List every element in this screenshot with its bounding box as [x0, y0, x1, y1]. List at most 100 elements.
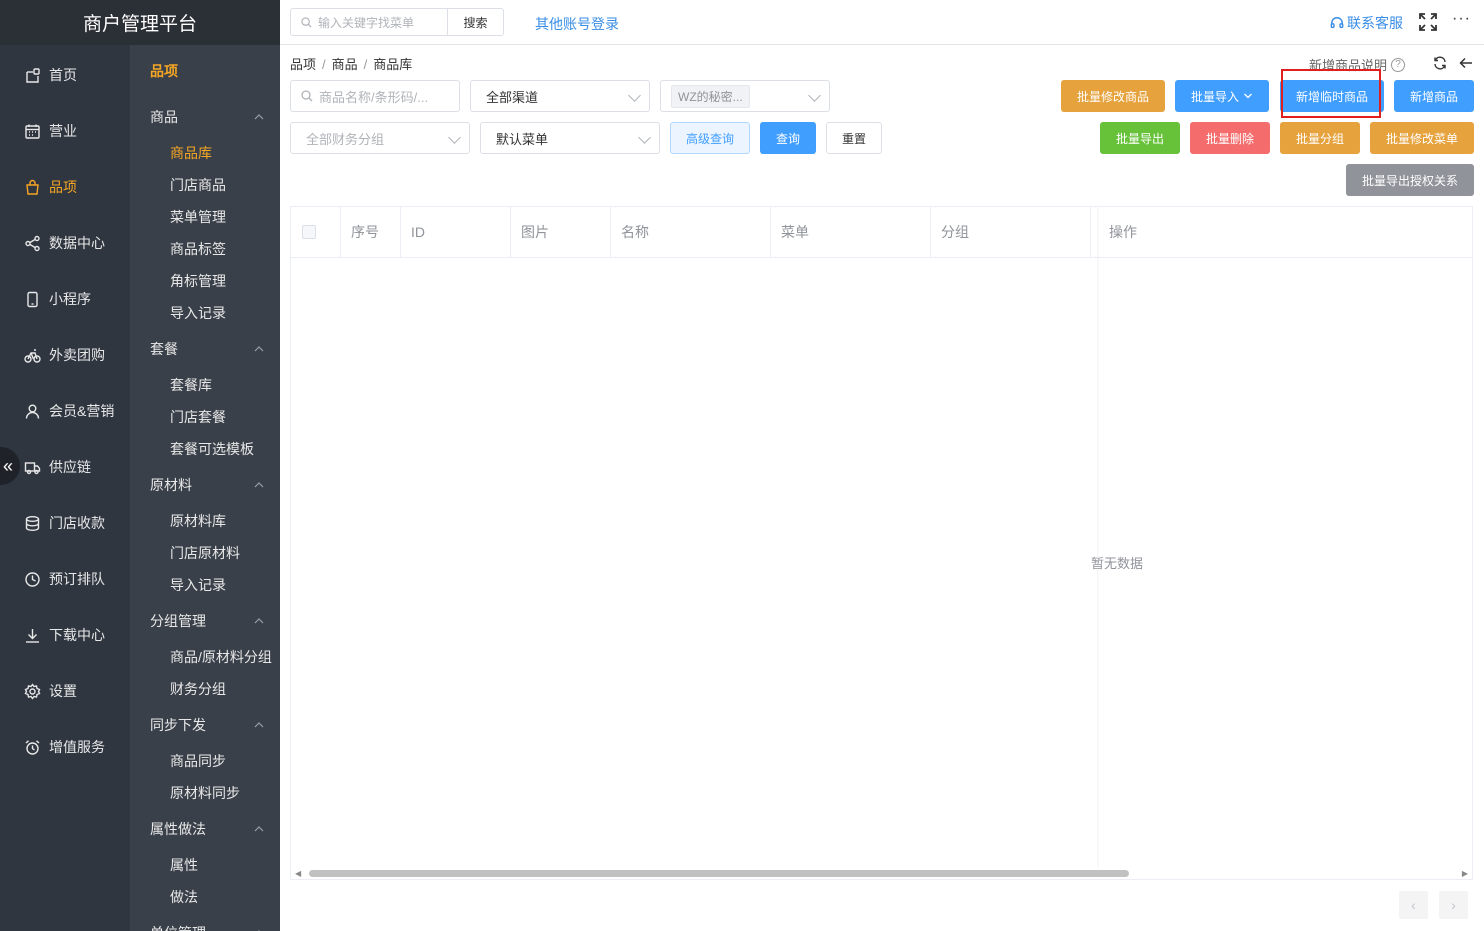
nav-item-label: 会员&营销 [49, 403, 115, 419]
add-goods-button[interactable]: 新增商品 [1394, 80, 1474, 112]
channel-select[interactable]: 全部渠道 [470, 80, 650, 112]
subnav-group-1[interactable]: 套餐 [130, 329, 280, 369]
subnav-item[interactable]: 门店商品 [130, 169, 280, 201]
batch-group-button[interactable]: 批量分组 [1280, 122, 1360, 154]
subnav-item[interactable]: 商品标签 [130, 233, 280, 265]
back-arrow-icon[interactable] [1459, 56, 1473, 70]
other-account-login-link[interactable]: 其他账号登录 [535, 14, 619, 34]
subnav-item[interactable]: 商品/原材料分组 [130, 641, 280, 673]
next-page-button[interactable]: › [1439, 891, 1468, 919]
column-header-id: ID [401, 207, 511, 258]
nav-item-5[interactable]: 外卖团购 [0, 327, 130, 383]
subnav-group-3[interactable]: 分组管理 [130, 601, 280, 641]
query-button[interactable]: 查询 [760, 122, 816, 154]
question-icon: ? [1391, 57, 1406, 72]
finance-group-select[interactable]: 全部财务分组 [290, 122, 470, 154]
batch-import-button[interactable]: 批量导入 [1175, 80, 1269, 112]
horizontal-scrollbar[interactable]: ◀ ▶ [291, 867, 1472, 879]
bag-icon [24, 179, 41, 196]
subnav-group-5[interactable]: 属性做法 [130, 809, 280, 849]
subnav-item[interactable]: 属性 [130, 849, 280, 881]
prev-page-button[interactable]: ‹ [1399, 891, 1428, 919]
advanced-query-button[interactable]: 高级查询 [670, 122, 750, 154]
breadcrumb-item-goods[interactable]: 商品 [332, 57, 358, 72]
subnav-item[interactable]: 商品库 [130, 137, 280, 169]
goods-keyword-input[interactable]: 商品名称/条形码/... [290, 80, 460, 112]
subnav-item[interactable]: 套餐库 [130, 369, 280, 401]
menu-select-value: 默认菜单 [496, 131, 549, 147]
breadcrumb: 品项 / 商品 / 商品库 [290, 54, 412, 73]
more-options-button[interactable]: ··· [1452, 10, 1471, 28]
chevron-down-icon [808, 89, 821, 102]
subnav-item[interactable]: 菜单管理 [130, 201, 280, 233]
subnav-item[interactable]: 角标管理 [130, 265, 280, 297]
subnav-item[interactable]: 门店原材料 [130, 537, 280, 569]
share-icon [24, 235, 41, 252]
nav-item-6[interactable]: 会员&营销 [0, 383, 130, 439]
subnav-group-4[interactable]: 同步下发 [130, 705, 280, 745]
headset-icon [1330, 17, 1344, 29]
subnav-item[interactable]: 原材料同步 [130, 777, 280, 809]
select-all-header [291, 207, 341, 258]
empty-data-text: 暂无数据 [1091, 556, 1144, 571]
breadcrumb-separator: / [363, 57, 368, 72]
refresh-icon[interactable] [1433, 56, 1447, 70]
chevron-down-icon [448, 131, 461, 144]
nav-item-label: 数据中心 [49, 235, 105, 251]
subnav-item[interactable]: 导入记录 [130, 297, 280, 329]
nav-item-10[interactable]: 下载中心 [0, 607, 130, 663]
batch-edit-goods-button[interactable]: 批量修改商品 [1061, 80, 1165, 112]
nav-item-label: 预订排队 [49, 571, 105, 587]
nav-item-9[interactable]: 预订排队 [0, 551, 130, 607]
subnav-group-2[interactable]: 原材料 [130, 465, 280, 505]
subnav-group-label: 单位管理 [150, 923, 206, 931]
subnav-group-label: 同步下发 [150, 717, 206, 733]
batch-edit-menu-button[interactable]: 批量修改菜单 [1370, 122, 1474, 154]
chevron-up-icon [254, 112, 264, 123]
subnav-item[interactable]: 商品同步 [130, 745, 280, 777]
nav-item-1[interactable]: 营业 [0, 103, 130, 159]
breadcrumb-item-pinxiang[interactable]: 品项 [290, 57, 316, 72]
nav-item-4[interactable]: 小程序 [0, 271, 130, 327]
nav-item-8[interactable]: 门店收款 [0, 495, 130, 551]
channel-select-value: 全部渠道 [486, 89, 539, 105]
menu-search-input[interactable]: 输入关键字找菜单 [290, 8, 448, 36]
nav-item-label: 营业 [49, 123, 77, 139]
menu-select[interactable]: 默认菜单 [480, 122, 660, 154]
chevron-down-icon [638, 131, 651, 144]
nav-item-0[interactable]: 首页 [0, 47, 130, 103]
nav-item-2[interactable]: 品项 [0, 159, 130, 215]
subnav-item[interactable]: 导入记录 [130, 569, 280, 601]
nav-item-11[interactable]: 设置 [0, 663, 130, 719]
brand-select[interactable]: WZ的秘密... [660, 80, 830, 112]
batch-export-auth-button[interactable]: 批量导出授权关系 [1346, 164, 1474, 196]
goods-table: 序号 ID 图片 名称 菜单 分组 操作 暂无数据 ◀ ▶ [290, 206, 1473, 880]
nav-item-label: 品项 [49, 179, 77, 195]
subnav-item[interactable]: 财务分组 [130, 673, 280, 705]
subnav-group-label: 属性做法 [150, 821, 206, 837]
scroll-right-arrow-icon[interactable]: ▶ [1462, 869, 1468, 878]
batch-export-button[interactable]: 批量导出 [1100, 122, 1180, 154]
subnav-item[interactable]: 门店套餐 [130, 401, 280, 433]
user-icon [24, 403, 41, 420]
nav-item-label: 门店收款 [49, 515, 105, 531]
reset-button[interactable]: 重置 [826, 122, 882, 154]
select-all-checkbox[interactable] [302, 225, 316, 239]
menu-search-button[interactable]: 搜索 [448, 8, 504, 36]
nav-item-12[interactable]: 增值服务 [0, 719, 130, 775]
fullscreen-icon[interactable] [1418, 12, 1438, 32]
scrollbar-thumb[interactable] [309, 870, 1129, 877]
subnav-group-6[interactable]: 单位管理 [130, 913, 280, 931]
goods-keyword-placeholder: 商品名称/条形码/... [319, 89, 429, 105]
column-header-image: 图片 [511, 207, 611, 258]
subnav-item[interactable]: 原材料库 [130, 505, 280, 537]
nav-item-3[interactable]: 数据中心 [0, 215, 130, 271]
subnav-item[interactable]: 套餐可选模板 [130, 433, 280, 465]
home-icon [24, 67, 41, 84]
contact-support-link[interactable]: 联系客服 [1330, 13, 1403, 33]
batch-delete-button[interactable]: 批量删除 [1190, 122, 1270, 154]
brand-tag: WZ的秘密... [671, 84, 750, 108]
subnav-group-0[interactable]: 商品 [130, 97, 280, 137]
scroll-left-arrow-icon[interactable]: ◀ [295, 869, 301, 878]
subnav-item[interactable]: 做法 [130, 881, 280, 913]
